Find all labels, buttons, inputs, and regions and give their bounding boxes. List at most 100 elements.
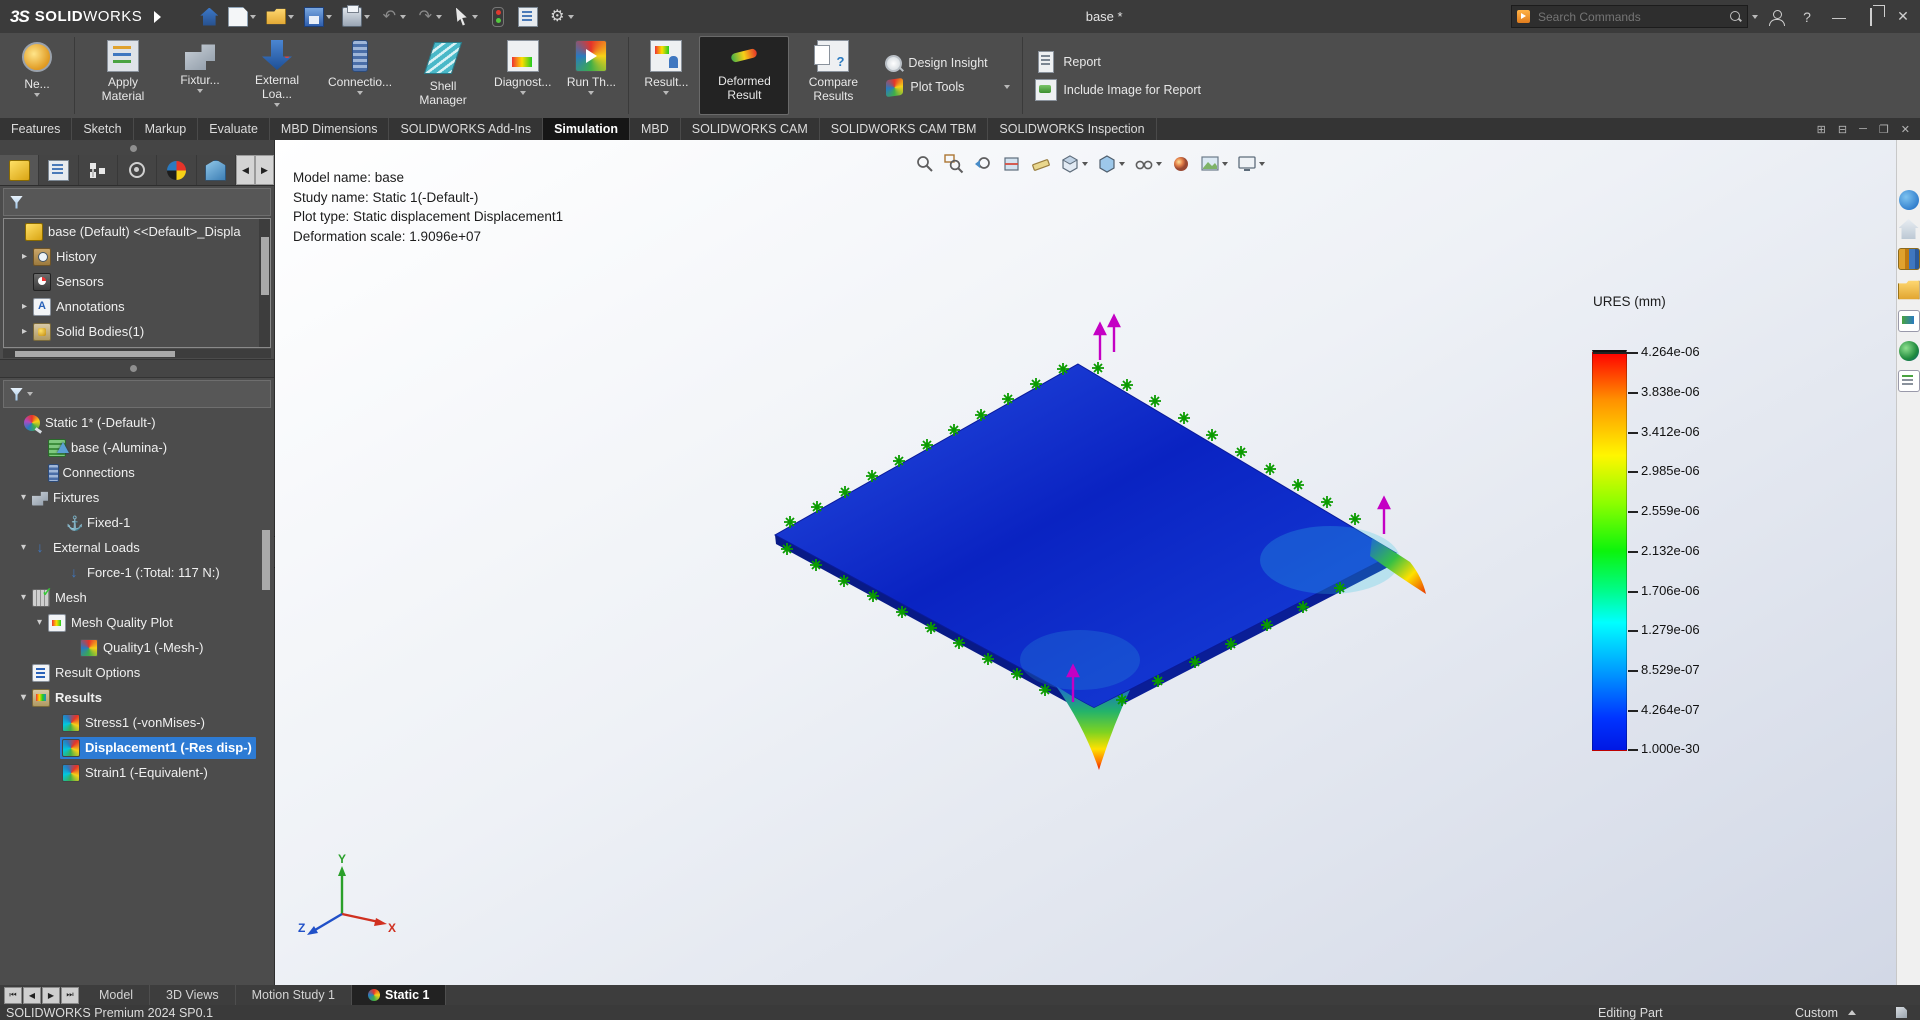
expander-icon[interactable] (18, 301, 31, 312)
search-dropdown-icon[interactable] (1752, 15, 1758, 19)
tree-item-mesh-quality-plot[interactable]: Mesh Quality Plot (3, 610, 271, 635)
pane-float-icon[interactable]: ❐ (1879, 123, 1889, 136)
status-tag-icon[interactable] (1896, 1007, 1907, 1018)
chevron-down-icon[interactable] (197, 89, 203, 93)
propertymanager-tab[interactable] (39, 155, 78, 185)
tab-mbd[interactable]: MBD (630, 118, 681, 140)
save-button[interactable] (301, 5, 335, 29)
design-library-icon[interactable] (1898, 248, 1920, 270)
featuremanager-tab[interactable] (0, 155, 39, 185)
configurationmanager-tab[interactable] (79, 155, 118, 185)
tree-item-base-part[interactable]: base (-Alumina-) (3, 435, 271, 460)
displaymanager-tab[interactable] (157, 155, 196, 185)
rebuild-button[interactable] (485, 5, 511, 29)
chevron-down-icon[interactable] (588, 91, 594, 95)
tree-item-solid-bodies[interactable]: Solid Bodies(1) (4, 319, 270, 344)
new-file-button[interactable] (225, 5, 259, 29)
redo-button[interactable]: ↷ (413, 6, 445, 28)
chevron-down-icon[interactable] (27, 392, 33, 396)
chevron-down-icon[interactable] (326, 15, 332, 19)
search-input[interactable] (1536, 9, 1724, 25)
chevron-down-icon[interactable] (34, 93, 40, 97)
help-icon[interactable]: ? (1798, 9, 1816, 25)
cam-manager-tab[interactable] (197, 155, 236, 185)
close-button[interactable]: ✕ (1894, 8, 1912, 25)
print-button[interactable] (339, 5, 373, 29)
study-filter-bar[interactable] (3, 380, 271, 408)
tab-model[interactable]: Model (83, 985, 150, 1005)
expander-icon[interactable] (17, 692, 30, 703)
diagnostics-button[interactable]: Diagnost... (487, 36, 558, 115)
scroll-prev-icon[interactable]: ◀ (23, 987, 41, 1004)
file-explorer-icon[interactable] (1898, 279, 1920, 301)
tree-item-annotations[interactable]: Annotations (4, 294, 270, 319)
chevron-down-icon[interactable] (663, 91, 669, 95)
tree-item-displacement-1[interactable]: Displacement1 (-Res disp-) (3, 735, 271, 760)
compare-results-button[interactable]: Compare Results (789, 36, 877, 115)
unit-system-selector[interactable]: Custom (1795, 1006, 1856, 1020)
menu-flyout-icon[interactable] (154, 11, 161, 23)
user-account-icon[interactable] (1768, 9, 1784, 25)
restore-button[interactable] (1870, 8, 1872, 26)
pane-dock-icon[interactable]: ⊞ (1817, 123, 1826, 136)
dimxpertmanager-tab[interactable] (118, 155, 157, 185)
include-image-for-report-button[interactable]: Include Image for Report (1035, 79, 1201, 101)
chevron-down-icon[interactable] (472, 15, 478, 19)
tree-item-result-options[interactable]: Result Options (3, 660, 271, 685)
expander-icon[interactable] (17, 542, 30, 553)
expander-icon[interactable] (33, 617, 46, 628)
external-loads-button[interactable]: External Loa... (233, 36, 321, 115)
pane-close-icon[interactable]: ✕ (1901, 123, 1910, 136)
tab-evaluate[interactable]: Evaluate (198, 118, 270, 140)
deformed-result-button[interactable]: Deformed Result (699, 36, 789, 115)
tree-filter-bar[interactable] (3, 188, 271, 216)
scroll-left-icon[interactable]: ◀ (236, 155, 255, 185)
tab-solidworks-cam[interactable]: SOLIDWORKS CAM (681, 118, 820, 140)
tree-item-results[interactable]: Results (3, 685, 271, 710)
chevron-down-icon[interactable] (568, 15, 574, 19)
report-button[interactable]: Report (1035, 51, 1201, 73)
deformed-model[interactable] (275, 140, 1896, 985)
minimize-button[interactable]: ― (1830, 9, 1848, 25)
tree-item-history[interactable]: History (4, 244, 270, 269)
feature-tree-scrollbar[interactable] (259, 219, 270, 347)
tab-3d-views[interactable]: 3D Views (150, 985, 236, 1005)
tree-item-sensors[interactable]: Sensors (4, 269, 270, 294)
feature-tree-hscrollbar[interactable] (3, 349, 271, 358)
chevron-down-icon[interactable] (274, 103, 280, 107)
fixtures-advisor-button[interactable]: Fixtur... (167, 36, 233, 115)
connections-button[interactable]: Connectio... (321, 36, 399, 115)
chevron-down-icon[interactable] (364, 15, 370, 19)
tab-solidworks-addins[interactable]: SOLIDWORKS Add-Ins (389, 118, 543, 140)
chevron-down-icon[interactable] (250, 15, 256, 19)
new-study-button[interactable]: Ne... (4, 36, 70, 115)
undo-button[interactable]: ↶ (377, 6, 409, 28)
options-button[interactable]: ⚙ (545, 6, 577, 28)
scroll-first-icon[interactable]: ⏮ (4, 987, 22, 1004)
scroll-right-icon[interactable]: ▶ (255, 155, 274, 185)
tab-motion-study-1[interactable]: Motion Study 1 (236, 985, 352, 1005)
pane-restore-icon[interactable]: ⊟ (1838, 123, 1847, 136)
3dexperience-icon[interactable] (1899, 190, 1919, 210)
shell-manager-button[interactable]: Shell Manager (399, 36, 487, 115)
pane-minimize-icon[interactable]: ─ (1859, 123, 1867, 135)
custom-properties-icon[interactable] (1898, 370, 1920, 392)
tree-item-external-loads[interactable]: ↓ External Loads (3, 535, 271, 560)
file-properties-button[interactable] (515, 5, 541, 29)
tab-solidworks-inspection[interactable]: SOLIDWORKS Inspection (988, 118, 1156, 140)
expander-icon[interactable] (18, 326, 31, 337)
expander-icon[interactable] (18, 251, 31, 262)
tree-item-fixed-1[interactable]: ⚓ Fixed-1 (3, 510, 271, 535)
tab-simulation[interactable]: Simulation (543, 118, 630, 140)
tab-markup[interactable]: Markup (134, 118, 199, 140)
panel-grip[interactable] (0, 140, 274, 155)
view-palette-icon[interactable] (1898, 310, 1920, 332)
plot-tools-button[interactable]: Plot Tools (885, 78, 1010, 97)
apply-material-button[interactable]: Apply Material (79, 36, 167, 115)
appearances-scenes-icon[interactable] (1899, 341, 1919, 361)
tree-item-force-1[interactable]: ↓ Force-1 (:Total: 117 N:) (3, 560, 271, 585)
chevron-down-icon[interactable] (520, 91, 526, 95)
tab-solidworks-cam-tbm[interactable]: SOLIDWORKS CAM TBM (820, 118, 989, 140)
graphics-viewport[interactable]: Model name: base Study name: Static 1(-D… (275, 140, 1896, 985)
select-button[interactable] (449, 6, 481, 28)
